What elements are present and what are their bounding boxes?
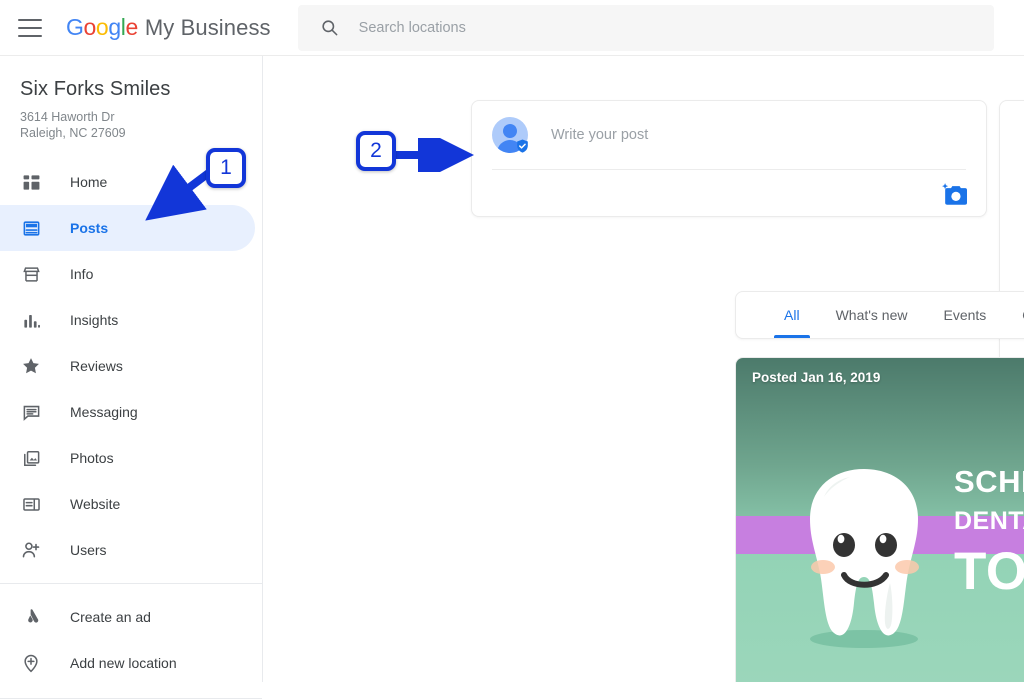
sidebar-item-label: Users — [70, 542, 107, 558]
sidebar-item-photos[interactable]: Photos — [0, 435, 262, 481]
business-address: 3614 Haworth Dr Raleigh, NC 27609 — [0, 101, 262, 141]
tab-whats-new[interactable]: What's new — [818, 292, 926, 338]
address-line-1: 3614 Haworth Dr — [20, 110, 115, 124]
poster-headline: SCHEDULE A DENTAL CHECKUP TODAY! — [954, 463, 1024, 603]
website-layout-icon — [18, 495, 44, 514]
logo-letter-o1: o — [83, 14, 97, 40]
user-avatar-verified-icon — [492, 117, 528, 153]
tab-label: Events — [943, 307, 987, 323]
poster-line-1: SCHEDULE A — [954, 464, 1024, 499]
add-location-pin-icon — [18, 653, 44, 673]
sidebar-item-label: Create an ad — [70, 609, 151, 625]
sidebar-item-label: Photos — [70, 450, 114, 466]
business-name: Six Forks Smiles — [20, 78, 171, 100]
logo-letter-g1: G — [66, 14, 84, 40]
google-wordmark: Google — [66, 14, 138, 41]
storefront-info-icon — [18, 265, 44, 284]
sidebar-item-messaging[interactable]: Messaging — [0, 389, 262, 435]
photos-library-icon — [18, 449, 44, 468]
sidebar-item-label: Info — [70, 266, 94, 282]
sidebar-nav: Home Posts Info Insights Reviews Messagi… — [0, 159, 262, 699]
sidebar-item-users[interactable]: Users — [0, 527, 262, 573]
sidebar-item-label: Website — [70, 496, 121, 512]
sidebar-item-label: Home — [70, 174, 108, 190]
tab-offers[interactable]: Offers — [1004, 292, 1024, 338]
logo-letter-o2: o — [95, 14, 109, 40]
composer-input-row[interactable]: Write your post — [472, 101, 986, 169]
search-icon — [320, 18, 339, 37]
sidebar-item-label: Reviews — [70, 358, 123, 374]
annotation-number: 1 — [220, 156, 232, 179]
sidebar-item-label: Messaging — [70, 404, 138, 420]
sidebar-item-create-an-ad[interactable]: Create an ad — [0, 594, 262, 640]
tab-label: What's new — [835, 307, 908, 323]
composer-placeholder-text[interactable]: Write your post — [551, 127, 648, 143]
annotation-arrow-2 — [394, 138, 474, 172]
sidebar-divider — [0, 583, 262, 584]
posts-icon — [18, 219, 44, 238]
post-card[interactable]: SCHEDULE A DENTAL CHECKUP TODAY! Posted … — [735, 357, 1024, 682]
home-dashboard-icon — [18, 173, 44, 192]
logo-letter-e: e — [125, 14, 138, 40]
composer-actions-row — [472, 170, 986, 218]
poster-line-3: TODAY! — [954, 542, 1024, 601]
sidebar-item-label: Insights — [70, 312, 119, 328]
sidebar-item-website[interactable]: Website — [0, 481, 262, 527]
brand-logo[interactable]: Google My Business — [66, 14, 271, 41]
tab-events[interactable]: Events — [925, 292, 1004, 338]
bar-chart-insights-icon — [18, 311, 44, 330]
tab-all[interactable]: All — [766, 292, 818, 338]
tab-label: All — [784, 307, 800, 323]
annotation-number: 2 — [370, 139, 382, 162]
sidebar-item-label: Posts — [70, 220, 109, 236]
person-add-users-icon — [18, 540, 44, 560]
top-app-bar: Google My Business — [0, 0, 1024, 56]
sidebar-item-reviews[interactable]: Reviews — [0, 343, 262, 389]
product-name: My Business — [144, 15, 271, 40]
message-bubble-icon — [18, 403, 44, 422]
search-input[interactable] — [358, 19, 919, 36]
address-line-2: Raleigh, NC 27609 — [20, 126, 126, 140]
post-date-label: Posted Jan 16, 2019 — [752, 370, 881, 385]
verified-badge-icon — [517, 139, 528, 153]
sidebar-item-add-new-location[interactable]: Add new location — [0, 640, 262, 686]
post-filter-tabs: All What's new Events Offers Products — [735, 291, 1024, 339]
google-ads-icon — [18, 607, 44, 628]
logo-letter-g2: g — [108, 14, 121, 40]
poster-line-2: DENTAL CHECKUP — [954, 507, 1024, 535]
smiling-tooth-illustration — [786, 463, 941, 653]
hamburger-menu-icon[interactable] — [18, 18, 42, 37]
add-photo-camera-icon[interactable] — [941, 182, 968, 207]
search-bar[interactable] — [297, 4, 994, 51]
star-reviews-icon — [18, 356, 44, 376]
sidebar-item-info[interactable]: Info — [0, 251, 262, 297]
post-composer[interactable]: Write your post — [471, 100, 987, 217]
annotation-marker-2: 2 — [356, 131, 396, 171]
annotation-marker-1: 1 — [206, 148, 246, 188]
sidebar-item-insights[interactable]: Insights — [0, 297, 262, 343]
sidebar-item-label: Add new location — [70, 655, 177, 671]
